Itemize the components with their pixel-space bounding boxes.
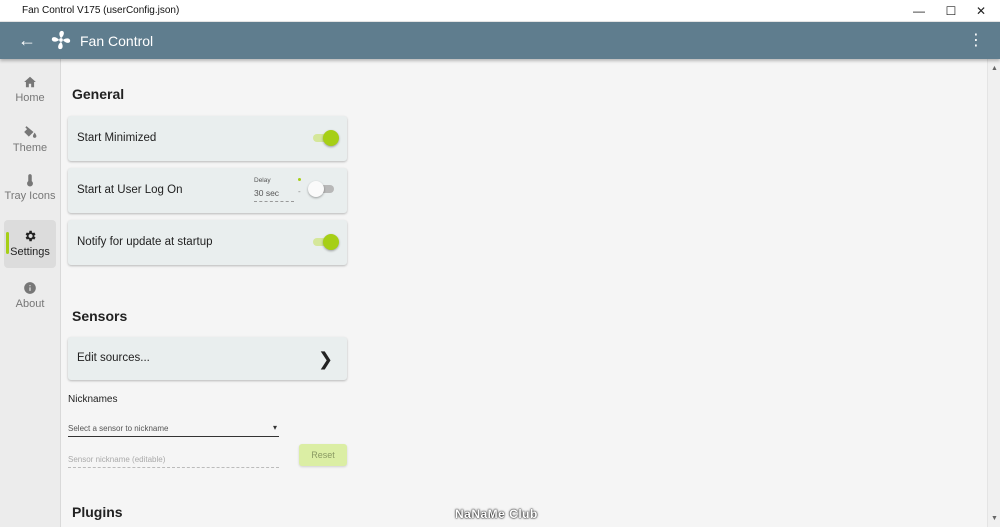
toggle-thumb: [308, 181, 324, 197]
home-icon: [24, 76, 36, 88]
sensors-section-title: Sensors: [72, 308, 128, 324]
active-indicator: [6, 232, 9, 254]
sidebar-item-home[interactable]: Home: [4, 75, 56, 104]
notify-update-toggle[interactable]: [311, 234, 341, 250]
toggle-thumb: [323, 130, 339, 146]
sidebar-item-label: Tray Icons: [4, 190, 56, 202]
notify-update-label: Notify for update at startup: [77, 236, 213, 248]
sidebar-item-label: Theme: [12, 142, 48, 154]
app-title: Fan Control: [80, 33, 154, 49]
general-section-title: General: [72, 86, 125, 102]
start-minimized-toggle[interactable]: [311, 130, 341, 146]
delay-suffix: -: [298, 187, 301, 196]
fan-icon: [51, 30, 71, 50]
window-title: Fan Control V175 (userConfig.json): [22, 5, 180, 16]
more-menu-icon[interactable]: ⋮: [966, 30, 986, 50]
nickname-placeholder: Sensor nickname (editable): [68, 455, 166, 464]
edit-sources-label: Edit sources...: [77, 352, 150, 364]
start-logon-card: Start at User Log On Delay 30 sec -: [68, 168, 347, 213]
info-icon: [24, 282, 36, 294]
start-minimized-label: Start Minimized: [77, 132, 157, 144]
sidebar: Home Theme Tray Icons Settings About: [0, 59, 61, 527]
minimize-button[interactable]: —: [902, 0, 936, 22]
start-minimized-card: Start Minimized: [68, 116, 347, 161]
toggle-thumb: [323, 234, 339, 250]
delay-dot: [298, 178, 301, 181]
sidebar-item-label: Settings: [10, 246, 50, 258]
scroll-down-icon[interactable]: ▼: [991, 515, 998, 522]
sensor-select-placeholder: Select a sensor to nickname: [68, 424, 169, 433]
start-logon-label: Start at User Log On: [77, 184, 183, 196]
scroll-up-icon[interactable]: ▲: [991, 65, 998, 72]
sensor-select[interactable]: Select a sensor to nickname ▾: [68, 422, 279, 437]
thermometer-icon: [27, 174, 33, 187]
maximize-button[interactable]: ☐: [934, 0, 968, 22]
back-arrow-icon[interactable]: ←: [16, 29, 38, 51]
sidebar-item-label: Home: [15, 92, 45, 104]
notify-update-card: Notify for update at startup: [68, 220, 347, 265]
sidebar-item-settings[interactable]: Settings: [4, 220, 56, 268]
watermark: NaNaMe Club: [455, 507, 538, 521]
app-bar: ← Fan Control ⋮: [0, 22, 1000, 59]
start-logon-toggle[interactable]: [308, 181, 338, 197]
delay-input[interactable]: 30 sec: [254, 188, 294, 202]
dropdown-arrow-icon: ▾: [272, 423, 277, 432]
close-button[interactable]: ✕: [964, 0, 998, 22]
gear-icon: [25, 230, 36, 242]
chevron-right-icon: ❯: [318, 349, 334, 369]
edit-sources-button[interactable]: Edit sources... ❯: [68, 337, 347, 380]
sidebar-item-tray-icons[interactable]: Tray Icons: [4, 173, 56, 202]
sidebar-item-label: About: [15, 298, 45, 310]
nicknames-label: Nicknames: [68, 394, 118, 405]
delay-label: Delay: [254, 177, 271, 184]
scrollbar[interactable]: ▲ ▼: [987, 59, 1000, 527]
paint-bucket-icon: [24, 126, 37, 138]
reset-button[interactable]: Reset: [299, 444, 347, 466]
window-title-bar: Fan Control V175 (userConfig.json) — ☐ ✕: [0, 0, 1000, 22]
nickname-input[interactable]: Sensor nickname (editable): [68, 453, 279, 468]
plugins-section-title: Plugins: [72, 504, 123, 520]
sidebar-item-theme[interactable]: Theme: [4, 125, 56, 154]
sidebar-item-about[interactable]: About: [4, 281, 56, 310]
